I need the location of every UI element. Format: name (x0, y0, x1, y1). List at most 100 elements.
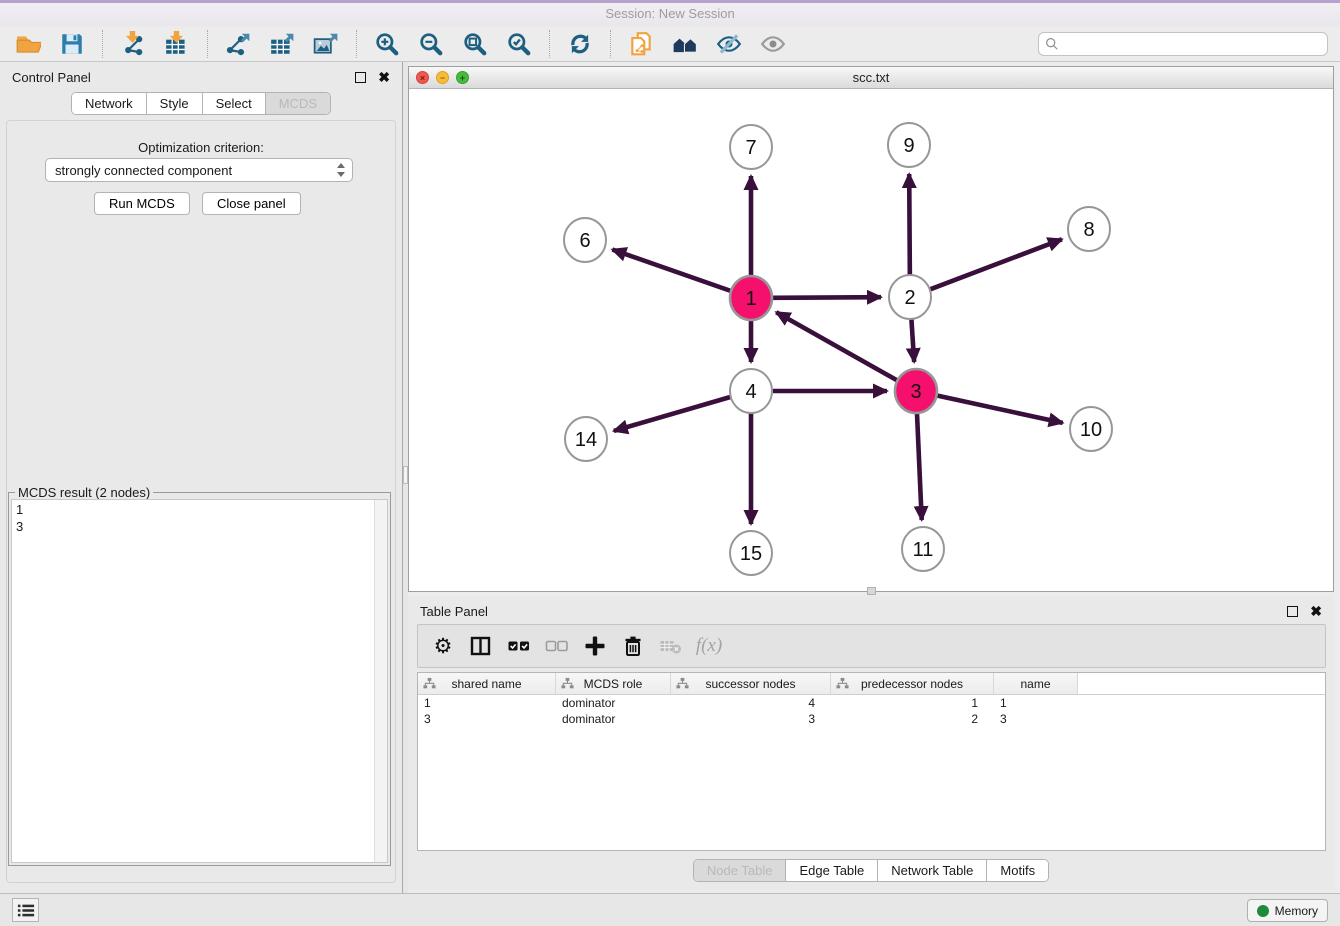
import-network-icon[interactable] (117, 29, 149, 59)
table-row[interactable]: 1dominator411 (418, 695, 1325, 711)
cell-successor-nodes[interactable]: 3 (671, 711, 831, 727)
result-line: 3 (16, 518, 383, 535)
criterion-select[interactable]: strongly connected component (45, 158, 353, 182)
tab-node-table[interactable]: Node Table (694, 860, 787, 881)
svg-text:4: 4 (745, 381, 756, 403)
select-stepper-icon (336, 162, 346, 178)
svg-text:15: 15 (740, 543, 762, 565)
save-session-icon[interactable] (56, 29, 88, 59)
tab-motifs[interactable]: Motifs (987, 860, 1048, 881)
cell-MCDS-role[interactable]: dominator (556, 711, 671, 727)
svg-text:6: 6 (579, 230, 590, 252)
close-panel-icon[interactable]: ✖ (378, 72, 390, 83)
horizontal-sash-handle[interactable] (867, 587, 876, 595)
graph-node-3[interactable]: 3 (895, 369, 937, 413)
edge-3-1[interactable] (776, 312, 897, 380)
cell-successor-nodes[interactable]: 4 (671, 695, 831, 711)
column-header-successor-nodes[interactable]: successor nodes (671, 673, 831, 694)
deselect-all-icon[interactable] (542, 631, 572, 661)
close-panel-button[interactable]: Close panel (202, 192, 301, 215)
edge-2-9[interactable] (909, 174, 910, 275)
show-all-icon[interactable] (757, 29, 789, 59)
gear-icon[interactable]: ⚙ (428, 631, 458, 661)
svg-text:8: 8 (1083, 219, 1094, 241)
graph-node-11[interactable]: 11 (902, 527, 944, 571)
cell-shared-name[interactable]: 1 (418, 695, 556, 711)
graph-node-9[interactable]: 9 (888, 123, 930, 167)
tab-style[interactable]: Style (147, 93, 203, 114)
close-table-panel-icon[interactable]: ✖ (1310, 606, 1322, 617)
result-scrollbar[interactable] (374, 500, 387, 862)
edge-1-6[interactable] (612, 250, 730, 291)
graph-node-14[interactable]: 14 (565, 417, 607, 461)
zoom-selected-icon[interactable] (503, 29, 535, 59)
network-window-titlebar[interactable]: × − + scc.txt (409, 67, 1333, 89)
graph-node-4[interactable]: 4 (730, 369, 772, 413)
edge-3-10[interactable] (937, 396, 1062, 423)
graph-node-2[interactable]: 2 (889, 275, 931, 319)
cell-name[interactable]: 3 (994, 711, 1078, 727)
import-table-icon[interactable] (161, 29, 193, 59)
edge-2-3[interactable] (911, 319, 914, 362)
cell-MCDS-role[interactable]: dominator (556, 695, 671, 711)
run-mcds-button[interactable]: Run MCDS (94, 192, 190, 215)
cell-predecessor-nodes[interactable]: 1 (831, 695, 994, 711)
search-input[interactable] (1063, 36, 1321, 51)
svg-text:2: 2 (904, 287, 915, 309)
tab-select[interactable]: Select (203, 93, 266, 114)
column-header-name[interactable]: name (994, 673, 1078, 694)
split-view-icon[interactable] (466, 631, 496, 661)
export-network-icon[interactable] (222, 29, 254, 59)
tab-mcds[interactable]: MCDS (266, 93, 330, 114)
duplicate-network-icon[interactable] (625, 29, 657, 59)
graph-node-7[interactable]: 7 (730, 125, 772, 169)
zoom-in-icon[interactable] (371, 29, 403, 59)
graph-node-10[interactable]: 10 (1070, 407, 1112, 451)
float-panel-icon[interactable] (355, 72, 366, 83)
graph-node-8[interactable]: 8 (1068, 207, 1110, 251)
mcds-result-fieldset: MCDS result (2 nodes) 13 (8, 492, 391, 866)
network-view-window: × − + scc.txt 7 9 6 8 1 2 4 3 14 10 15 11 (408, 66, 1334, 592)
graph-node-15[interactable]: 15 (730, 531, 772, 575)
edge-1-2[interactable] (773, 297, 881, 298)
svg-text:1: 1 (745, 288, 756, 310)
memory-label: Memory (1275, 904, 1318, 918)
column-header-shared-name[interactable]: shared name (418, 673, 556, 694)
tab-edge-table[interactable]: Edge Table (786, 860, 878, 881)
edge-4-14[interactable] (614, 397, 730, 431)
cell-name[interactable]: 1 (994, 695, 1078, 711)
float-table-panel-icon[interactable] (1287, 606, 1298, 617)
graph-node-6[interactable]: 6 (564, 218, 606, 262)
delete-table-icon (656, 631, 686, 661)
hide-selected-icon[interactable] (713, 29, 745, 59)
edge-2-8[interactable] (931, 239, 1062, 289)
select-all-icon[interactable] (504, 631, 534, 661)
network-graph-canvas[interactable]: 7 9 6 8 1 2 4 3 14 10 15 11 (409, 89, 1333, 590)
toolbar-separator (549, 30, 550, 58)
graph-node-1[interactable]: 1 (730, 276, 772, 320)
task-history-button[interactable] (12, 898, 39, 922)
status-bar: Memory (0, 893, 1340, 926)
memory-status-icon (1257, 905, 1269, 917)
cell-shared-name[interactable]: 3 (418, 711, 556, 727)
column-header-MCDS-role[interactable]: MCDS role (556, 673, 671, 694)
delete-icon[interactable] (618, 631, 648, 661)
table-row[interactable]: 3dominator323 (418, 711, 1325, 727)
cell-predecessor-nodes[interactable]: 2 (831, 711, 994, 727)
refresh-icon[interactable] (564, 29, 596, 59)
open-file-icon[interactable] (12, 29, 44, 59)
toolbar-separator (102, 30, 103, 58)
memory-button[interactable]: Memory (1247, 899, 1328, 922)
first-neighbors-icon[interactable] (669, 29, 701, 59)
tab-network[interactable]: Network (72, 93, 147, 114)
add-column-icon[interactable] (580, 631, 610, 661)
mcds-result-text[interactable]: 13 (11, 499, 388, 863)
zoom-fit-icon[interactable] (459, 29, 491, 59)
search-box[interactable] (1038, 32, 1328, 56)
export-image-icon[interactable] (310, 29, 342, 59)
export-table-icon[interactable] (266, 29, 298, 59)
column-header-predecessor-nodes[interactable]: predecessor nodes (831, 673, 994, 694)
edge-3-11[interactable] (917, 413, 922, 520)
tab-network-table[interactable]: Network Table (878, 860, 987, 881)
zoom-out-icon[interactable] (415, 29, 447, 59)
